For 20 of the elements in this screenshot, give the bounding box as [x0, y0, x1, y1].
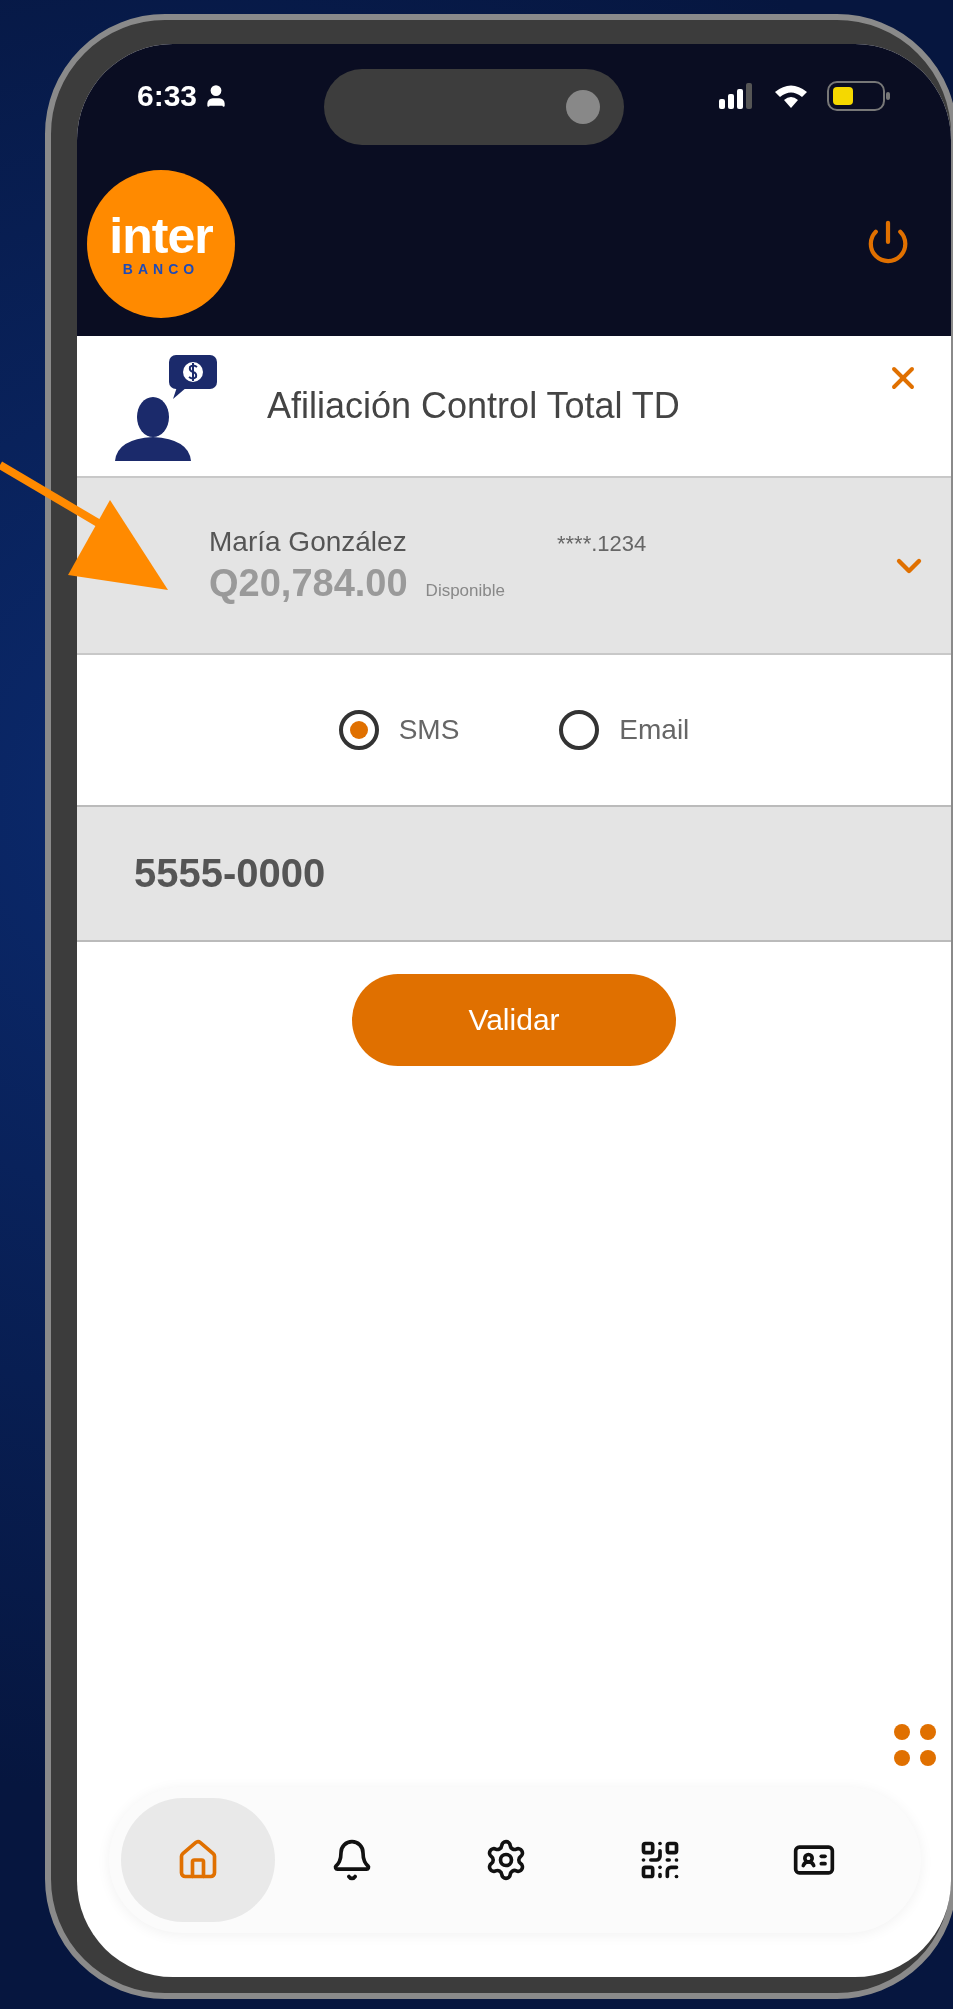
page-title: Afiliación Control Total TD [267, 385, 681, 427]
logo-subtext: BANCO [122, 261, 200, 277]
wifi-icon [773, 83, 809, 109]
balance-label: Disponible [425, 581, 505, 601]
channel-radio[interactable]: SMS [338, 710, 460, 750]
channel-radio[interactable]: Email [559, 710, 690, 750]
signal-icon [719, 83, 755, 109]
logo-text: inter [109, 211, 213, 261]
balance-amount: Q20,784.00 [209, 562, 408, 605]
battery-icon [827, 81, 891, 111]
phone-input-field[interactable]: 5555-0000 [77, 807, 951, 942]
account-selector[interactable]: María González ****.1234 Q20,784.00 Disponible [77, 478, 951, 655]
validate-button[interactable]: Validar [352, 974, 676, 1066]
grid-dots-icon[interactable] [893, 1723, 937, 1767]
camera-dot [566, 90, 600, 124]
radio-circle[interactable] [559, 710, 600, 750]
radio-circle[interactable] [338, 710, 379, 750]
card-number: ****.1234 [557, 531, 647, 557]
status-time: 6:33 [137, 79, 230, 113]
account-holder: María González [209, 526, 408, 558]
